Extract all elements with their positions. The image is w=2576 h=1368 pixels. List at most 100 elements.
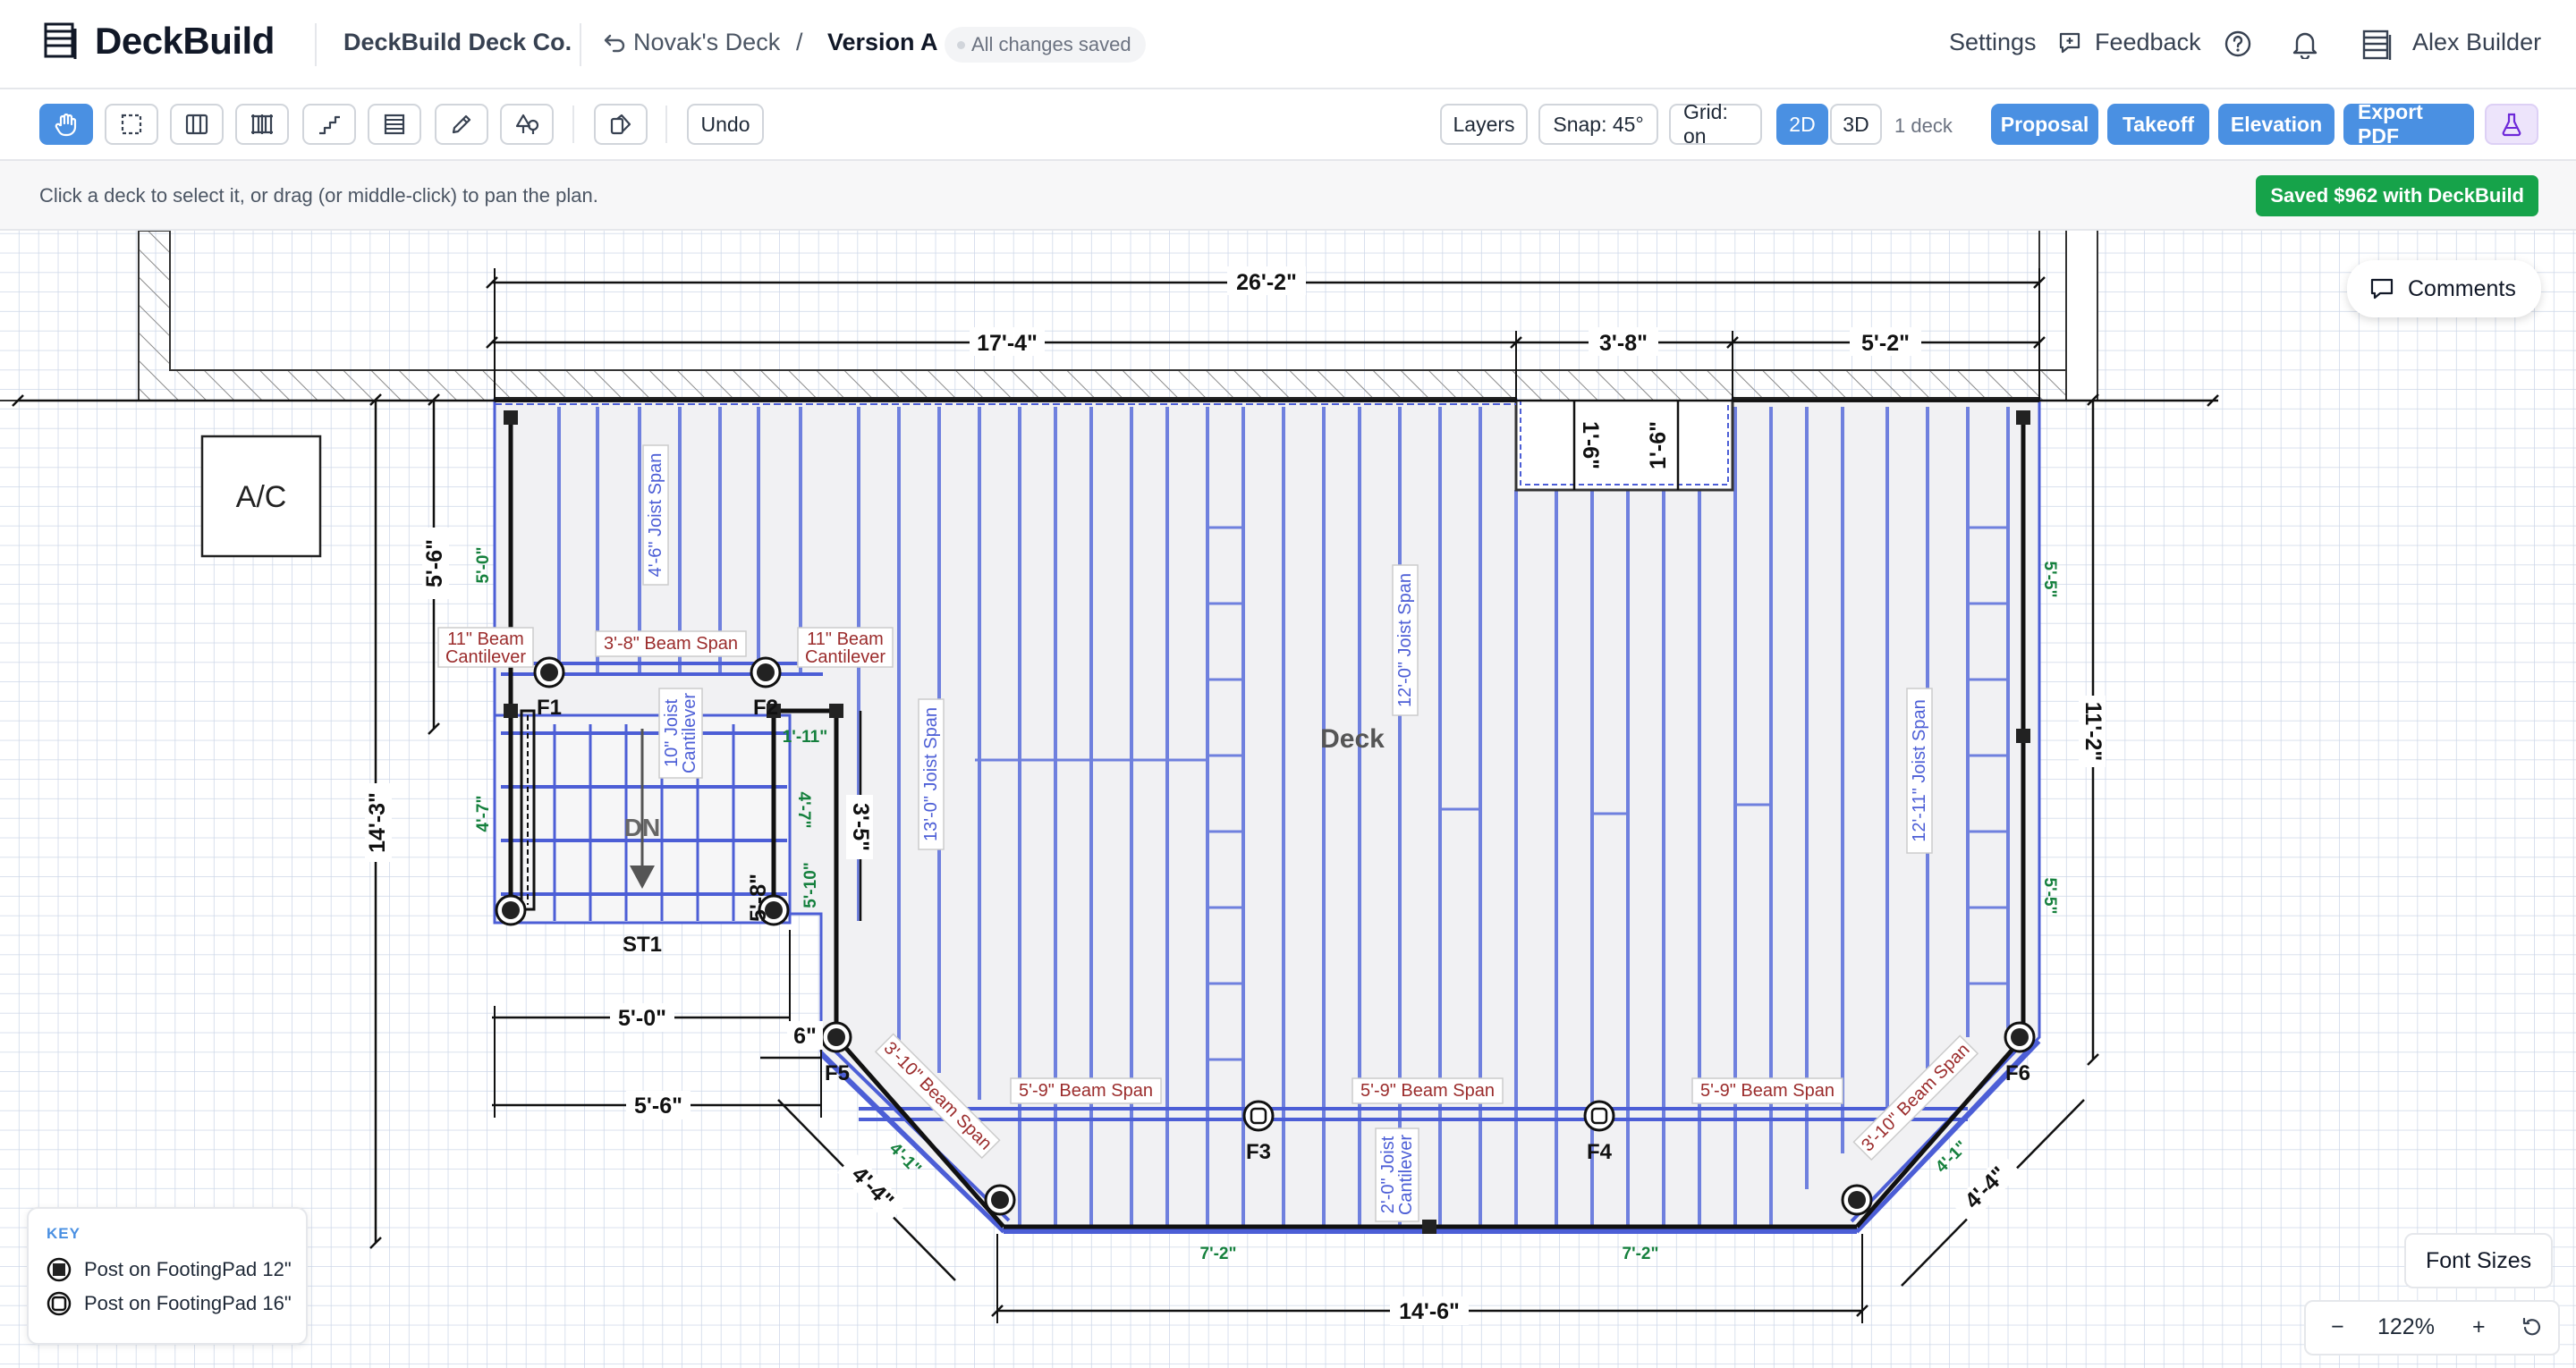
hint-text: Click a deck to select it, or drag (or m…: [39, 184, 598, 207]
green-dim: 5'-5": [2040, 562, 2059, 598]
brand-name: DeckBuild: [95, 20, 275, 62]
green-dim: 4'-7": [474, 796, 493, 832]
font-sizes-button[interactable]: Font Sizes: [2404, 1233, 2554, 1288]
stairs-icon: [319, 115, 340, 135]
deck-count: 1 deck: [1894, 114, 1953, 137]
dim-stair-depth: 3'-5": [848, 803, 873, 851]
joist-tool-button[interactable]: [170, 104, 224, 145]
joist-cantilever-label: 10" Joist: [662, 699, 682, 767]
green-dim: 5'-5": [2040, 878, 2059, 915]
landscape-tool-button[interactable]: [500, 104, 554, 145]
green-dim: 4'-7": [794, 792, 813, 829]
joist-span-label: 12'-0" Joist Span: [1395, 573, 1415, 707]
green-dim: 7'-2": [1623, 1245, 1659, 1263]
settings-link[interactable]: Settings: [1949, 29, 2037, 56]
takeoff-button[interactable]: Takeoff: [2107, 104, 2209, 145]
pan-tool-button[interactable]: [39, 104, 93, 145]
layers-button[interactable]: Layers: [1440, 104, 1528, 145]
hand-icon: [55, 113, 77, 137]
app-header: DeckBuild DeckBuild Deck Co. Novak's Dec…: [0, 0, 2576, 89]
legend-panel: KEY Post on FootingPad 12" Post on Footi…: [27, 1207, 308, 1345]
undo-button[interactable]: Undo: [687, 104, 764, 145]
dim-notch-left: 1'-6": [1578, 421, 1603, 469]
joist-cantilever-label: Cantilever: [1396, 1135, 1416, 1215]
footing-label: F4: [1587, 1140, 1613, 1164]
user-name[interactable]: Alex Builder: [2412, 29, 2541, 56]
material-tool-button[interactable]: [594, 104, 648, 145]
green-dim: 5'-8": [746, 874, 771, 922]
draw-tool-button[interactable]: [435, 104, 488, 145]
deck-notch: [1514, 400, 1734, 492]
legend-label: Post on FootingPad 12": [84, 1258, 292, 1280]
notification-bell-icon[interactable]: [2292, 29, 2318, 59]
brand-logo[interactable]: DeckBuild: [43, 20, 275, 63]
columns-icon: [185, 114, 208, 135]
beam-cantilever-label: 11" Beam: [447, 629, 524, 649]
legend-title: KEY: [47, 1225, 80, 1242]
joist-cantilever-label: 2'-0" Joist: [1378, 1136, 1398, 1213]
beam-cantilever-label: Cantilever: [805, 647, 886, 667]
header-divider: [580, 23, 581, 66]
select-tool-button[interactable]: [105, 104, 158, 145]
footing-12-icon: [47, 1257, 72, 1282]
comments-button[interactable]: Comments: [2347, 260, 2541, 317]
dim-stair-width2: 5'-6": [634, 1094, 682, 1119]
comment-icon: [2370, 278, 2394, 300]
proposal-button[interactable]: Proposal: [1991, 104, 2098, 145]
company-name[interactable]: DeckBuild Deck Co.: [343, 29, 572, 56]
legend-item: Post on FootingPad 12": [47, 1257, 292, 1282]
footing-label: F3: [1246, 1140, 1271, 1164]
legend-item: Post on FootingPad 16": [47, 1291, 292, 1316]
board-tool-button[interactable]: [368, 104, 421, 145]
zoom-level: 122%: [2377, 1314, 2435, 1339]
dim-notch-right: 1'-6": [1646, 421, 1671, 469]
beam-span-label: 5'-9" Beam Span: [1700, 1081, 1835, 1101]
dim-stair-offset: 6": [793, 1024, 817, 1049]
green-dim: 7'-2": [1200, 1245, 1237, 1263]
marquee-select-icon: [121, 114, 142, 135]
view-2d-button[interactable]: 2D: [1776, 104, 1828, 145]
breadcrumb-version[interactable]: Version A: [827, 29, 938, 56]
ac-label: A/C: [236, 480, 287, 514]
footing-label: F2: [753, 696, 778, 720]
deck-label: Deck: [1320, 724, 1385, 754]
labs-button[interactable]: [2485, 104, 2538, 145]
dim-top-notch: 3'-8": [1599, 331, 1648, 356]
beam-cantilever-label: Cantilever: [445, 647, 526, 667]
stair-direction: DN: [624, 814, 660, 841]
grid-toggle-button[interactable]: Grid: on: [1669, 100, 1762, 148]
comments-label: Comments: [2408, 275, 2516, 301]
railing-tool-button[interactable]: [235, 104, 289, 145]
zoom-in-button[interactable]: +: [2472, 1314, 2486, 1340]
savings-badge[interactable]: Saved $962 with DeckBuild: [2256, 175, 2538, 216]
export-pdf-button[interactable]: Export PDF: [2343, 100, 2474, 148]
feedback-icon[interactable]: [2057, 30, 2082, 55]
joist-span-label: 12'-11" Joist Span: [1910, 699, 1929, 842]
joist-cantilever-label: Cantilever: [680, 693, 699, 773]
view-3d-button[interactable]: 3D: [1830, 104, 1882, 145]
feedback-link[interactable]: Feedback: [2095, 29, 2201, 56]
save-status-badge: All changes saved: [945, 27, 1146, 63]
breadcrumb-project[interactable]: Novak's Deck: [633, 29, 780, 56]
plan-canvas[interactable]: A/C F1 F2 F3 F4 F5 F6 DN ST1 Deck 26'-2"…: [0, 231, 2576, 1368]
user-avatar-icon[interactable]: [2361, 29, 2394, 61]
legend-label: Post on FootingPad 16": [84, 1292, 292, 1314]
stairs-tool-button[interactable]: [302, 104, 356, 145]
zoom-out-button[interactable]: −: [2331, 1314, 2344, 1340]
green-dim: 1'-11": [783, 728, 828, 747]
toolbar-divider: [665, 106, 667, 143]
deck-plan-drawing[interactable]: A/C F1 F2 F3 F4 F5 F6 DN ST1 Deck 26'-2"…: [0, 231, 2576, 1368]
elevation-button[interactable]: Elevation: [2218, 104, 2334, 145]
reset-zoom-icon[interactable]: [2521, 1316, 2544, 1339]
green-dim: 5'-0": [474, 547, 493, 584]
beam-span-label: 5'-9" Beam Span: [1019, 1081, 1153, 1101]
back-arrow-icon[interactable]: [603, 30, 626, 54]
dim-left-upper: 5'-6": [422, 539, 447, 587]
footing-16-icon: [47, 1291, 72, 1316]
toolbar: Undo Layers Snap: 45° Grid: on 2D 3D 1 d…: [0, 89, 2576, 161]
joist-span-label: 4'-6" Joist Span: [646, 453, 665, 578]
help-icon[interactable]: [2224, 30, 2252, 58]
snap-button[interactable]: Snap: 45°: [1538, 104, 1658, 145]
beam-span-label: 5'-9" Beam Span: [1360, 1081, 1495, 1101]
green-dim: 5'-10": [801, 862, 820, 908]
